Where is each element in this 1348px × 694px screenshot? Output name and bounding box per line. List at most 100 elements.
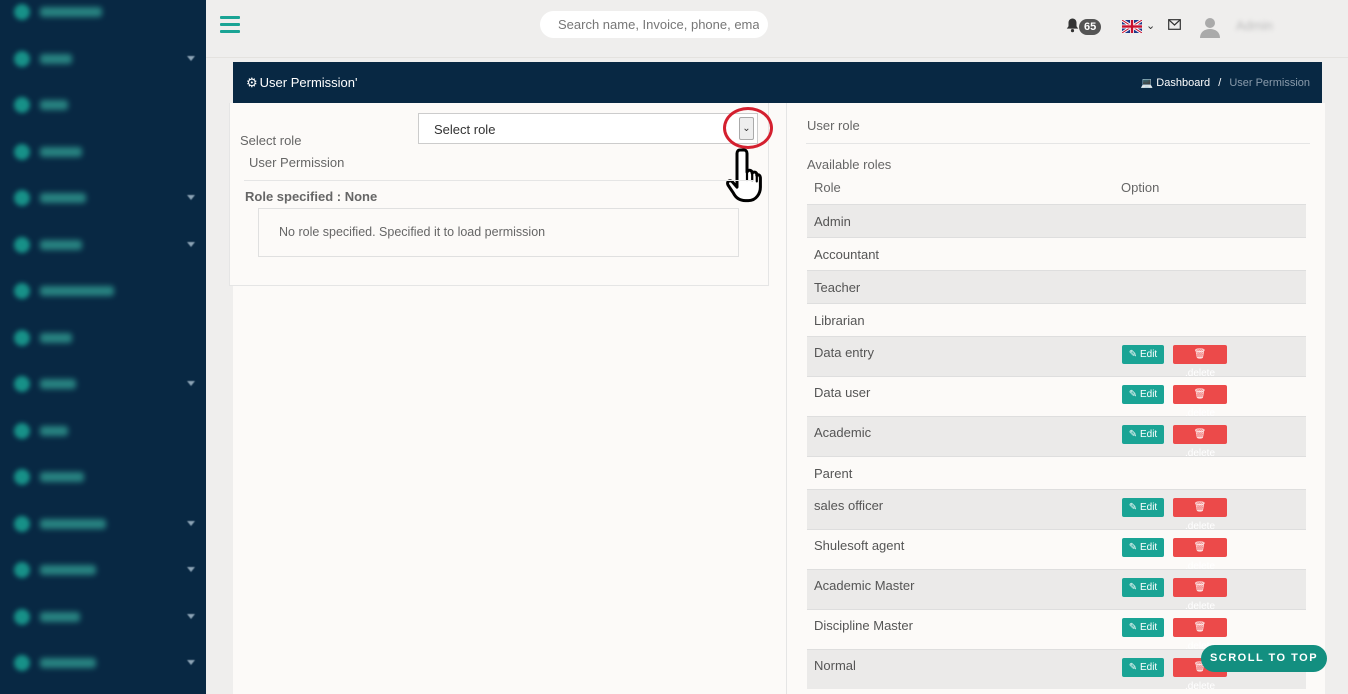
sidebar-item-label — [40, 146, 82, 157]
table-row: Accountant — [807, 237, 1306, 270]
language-chevron-down-icon[interactable]: ⌄ — [1146, 19, 1155, 32]
transport-icon — [14, 655, 30, 671]
sidebar-item[interactable] — [0, 229, 206, 259]
sidebar-item[interactable] — [0, 368, 206, 398]
mail-icon[interactable] — [1168, 17, 1181, 34]
routine-icon — [14, 469, 30, 485]
sidebar-item-label — [40, 193, 86, 203]
delete-button[interactable]: 🗑 .delete — [1173, 345, 1227, 379]
exam-icon — [14, 283, 30, 299]
user-name[interactable]: Admin — [1236, 18, 1273, 33]
students-icon — [14, 143, 30, 160]
sidebar-item[interactable] — [0, 508, 206, 538]
bell-icon[interactable] — [1066, 18, 1080, 34]
sidebar-item[interactable] — [0, 647, 206, 677]
edit-button[interactable]: ✎ Edit — [1122, 498, 1164, 517]
edit-icon: ✎ — [1128, 582, 1138, 593]
edit-button[interactable]: ✎ Edit — [1122, 578, 1164, 597]
available-roles-heading: Available roles — [807, 157, 892, 172]
divider — [244, 180, 754, 181]
sidebar-item-label — [40, 239, 82, 250]
breadcrumb-dashboard[interactable]: Dashboard — [1156, 77, 1210, 89]
sidebar-item-label — [40, 472, 84, 482]
role-select[interactable]: Select role ⌄ — [418, 113, 758, 144]
admin-icon — [14, 50, 30, 67]
chevron-down-icon — [187, 381, 195, 386]
sidebar-item[interactable] — [0, 415, 206, 445]
edit-button[interactable]: ✎ Edit — [1122, 658, 1164, 677]
delete-button[interactable]: 🗑 .delete — [1173, 385, 1227, 419]
settings-icon — [14, 608, 30, 625]
sidebar-item-label — [40, 565, 96, 575]
trash-icon: 🗑 — [1193, 429, 1207, 440]
trash-icon: 🗑 — [1193, 582, 1207, 593]
trash-icon: 🗑 — [1193, 389, 1207, 400]
delete-button[interactable]: 🗑 .delete — [1173, 618, 1227, 652]
edit-button[interactable]: ✎ Edit — [1122, 345, 1164, 364]
subjects-icon — [14, 190, 30, 206]
delete-button[interactable]: 🗑 .delete — [1173, 498, 1227, 532]
breadcrumb-separator: / — [1218, 77, 1222, 89]
sidebar-item[interactable] — [0, 89, 206, 119]
table-row: Data user ✎ Edit 🗑 .delete — [807, 376, 1306, 419]
table-row: Teacher — [807, 270, 1306, 303]
sidebar-item[interactable] — [0, 0, 206, 26]
role-name: Academic Master — [814, 578, 915, 593]
sidebar-item[interactable] — [0, 554, 206, 584]
delete-button[interactable]: 🗑 .delete — [1173, 578, 1227, 612]
page-header: ⚙ User Permission' 💻 Dashboard / User Per… — [233, 62, 1322, 103]
search-input[interactable] — [540, 11, 768, 38]
edit-icon: ✎ — [1128, 662, 1138, 673]
edit-button[interactable]: ✎ Edit — [1122, 385, 1164, 404]
notification-badge: 65 — [1079, 19, 1102, 35]
column-header-role: Role — [814, 180, 841, 195]
scroll-to-top-button[interactable]: SCROLL TO TOP — [1201, 645, 1327, 672]
breadcrumb-current: User Permission — [1229, 77, 1310, 89]
edit-button[interactable]: ✎ Edit — [1122, 538, 1164, 557]
sidebar-item[interactable] — [0, 43, 206, 73]
sidebar-item[interactable] — [0, 136, 206, 166]
sidebar-item[interactable] — [0, 461, 206, 491]
delete-button[interactable]: 🗑 .delete — [1173, 425, 1227, 459]
role-select-value: Select role — [434, 122, 496, 137]
column-divider — [786, 103, 787, 694]
role-specified-heading: Role specified : None — [245, 189, 378, 204]
roles-table: Admin Accountant Teacher Librarian Data entr… — [807, 204, 1306, 692]
laptop-icon: 💻 — [1140, 78, 1154, 89]
sidebar-item[interactable] — [0, 322, 206, 352]
column-header-option: Option — [1121, 180, 1160, 195]
edit-button[interactable]: ✎ Edit — [1122, 618, 1164, 637]
pointing-hand-icon — [724, 146, 764, 204]
role-name: Normal — [814, 658, 856, 673]
edit-button[interactable]: ✎ Edit — [1122, 425, 1164, 444]
sidebar-item[interactable] — [0, 182, 206, 212]
sidebar-item-label — [40, 611, 80, 622]
avatar[interactable] — [1199, 16, 1221, 38]
table-row: Data entry ✎ Edit 🗑 .delete — [807, 336, 1306, 379]
table-row: Admin — [807, 204, 1306, 237]
edit-icon: ✎ — [1128, 542, 1138, 553]
table-row: Academic Master ✎ Edit 🗑 .delete — [807, 569, 1306, 612]
page-title: ⚙ User Permission' — [246, 75, 358, 91]
edit-icon: ✎ — [1128, 349, 1138, 360]
no-role-notice: No role specified. Specified it to load … — [258, 208, 739, 257]
role-name: Librarian — [814, 313, 865, 328]
uk-flag-icon[interactable] — [1121, 18, 1143, 35]
highlight-circle — [723, 107, 773, 149]
sidebar-item-label — [40, 332, 72, 343]
dashboard-icon — [14, 4, 30, 20]
chevron-down-icon — [187, 660, 195, 665]
role-name: Data entry — [814, 345, 874, 360]
sidebar-item-label — [40, 379, 76, 389]
page-title-text: User Permission' — [259, 75, 358, 90]
sidebar-item[interactable] — [0, 601, 206, 631]
chevron-down-icon — [187, 520, 195, 526]
menu-toggle-icon[interactable] — [220, 16, 240, 34]
delete-button[interactable]: 🗑 .delete — [1173, 538, 1227, 572]
role-name: Shulesoft agent — [814, 538, 905, 553]
role-name: Academic — [814, 425, 872, 440]
role-name: Accountant — [814, 247, 880, 262]
sidebar-item[interactable] — [0, 275, 206, 305]
chevron-down-icon — [187, 613, 195, 619]
table-row: sales officer ✎ Edit 🗑 .delete — [807, 489, 1306, 532]
